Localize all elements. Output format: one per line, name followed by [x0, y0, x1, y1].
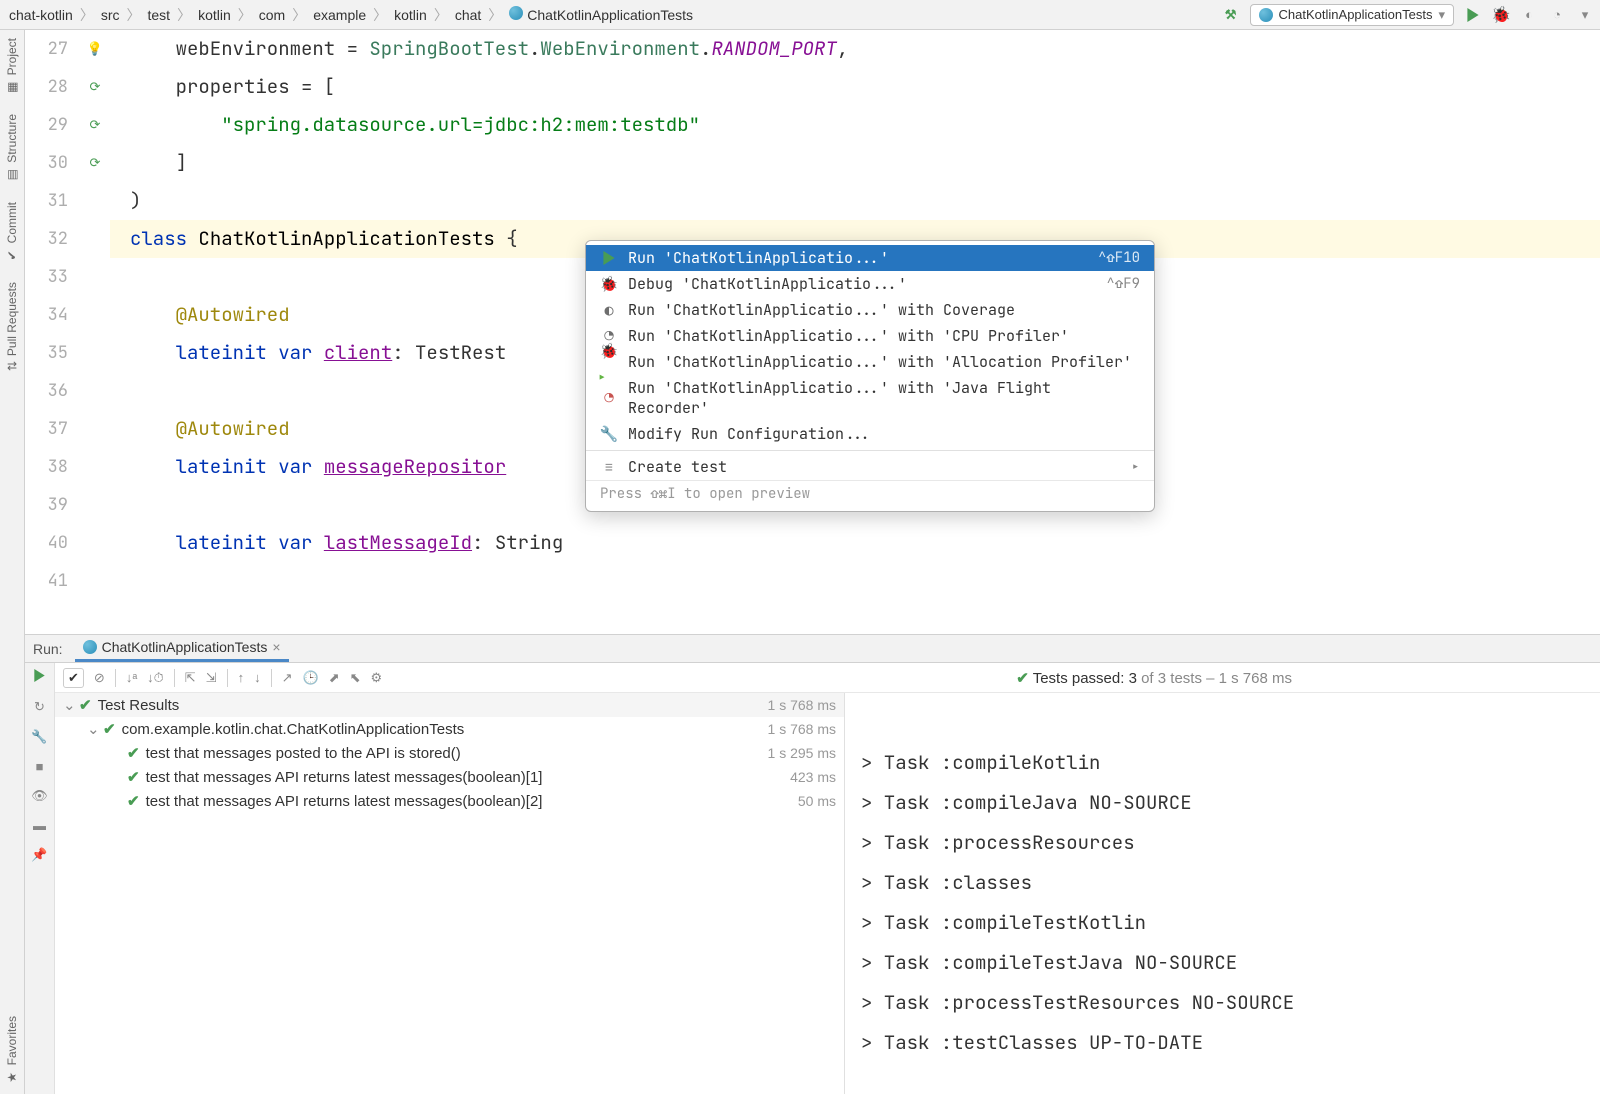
- prev-icon[interactable]: ↑: [238, 670, 245, 685]
- chevron-down-icon: ▾: [1438, 7, 1445, 23]
- settings-icon[interactable]: ⚙: [371, 670, 383, 686]
- breadcrumb: chat-kotlin〉src〉test〉kotlin〉com〉example〉…: [6, 4, 696, 25]
- test-tree-node[interactable]: ✔test that messages API returns latest m…: [55, 765, 844, 789]
- test-tree-node[interactable]: ⌄✔com.example.kotlin.chat.ChatKotlinAppl…: [55, 717, 844, 741]
- line-number-gutter: 272829303132333435363738394041: [25, 30, 80, 634]
- show-passed-icon[interactable]: ✔: [63, 668, 84, 688]
- test-tree[interactable]: ⌄✔Test Results1 s 768 ms⌄✔com.example.ko…: [55, 693, 845, 1094]
- test-toolbar: ✔ ⊘ ↓ᵃ ↓⏱ ⇱ ⇲ ↑ ↓ ↗ 🕒 ⬈ ⬉ ⚙: [55, 663, 1600, 693]
- jfr-icon: ◔: [600, 389, 618, 407]
- favorites-toolwindow-button[interactable]: ★Favorites: [5, 1016, 19, 1084]
- run-context-menu[interactable]: Run 'ChatKotlinApplicatio...'^⇧F10🐞Debug…: [585, 240, 1155, 512]
- wrench-icon: 🔧: [600, 425, 618, 443]
- expand-all-icon[interactable]: ⇱: [185, 670, 196, 686]
- breadcrumb-segment[interactable]: test: [144, 5, 173, 25]
- test-tree-node[interactable]: ⌄✔Test Results1 s 768 ms: [55, 693, 844, 717]
- history-icon[interactable]: 🕒: [303, 670, 319, 686]
- breadcrumb-segment[interactable]: kotlin: [195, 5, 234, 25]
- run-icon[interactable]: [1464, 6, 1482, 24]
- run-tool-window: Run: ChatKotlinApplicationTests × ↻ 🔧 ■ …: [25, 634, 1600, 1094]
- context-menu-item[interactable]: ◔Run 'ChatKotlinApplicatio...' with 'Jav…: [586, 375, 1154, 421]
- export-icon[interactable]: ↗: [282, 670, 293, 686]
- test-config-icon: [1259, 8, 1273, 22]
- profile-icon[interactable]: ◔: [1548, 6, 1566, 24]
- show-ignored-icon[interactable]: ⊘: [94, 670, 105, 686]
- close-tab-icon[interactable]: ×: [272, 639, 280, 655]
- test-tree-node[interactable]: ✔test that messages posted to the API is…: [55, 741, 844, 765]
- breadcrumb-segment[interactable]: ChatKotlinApplicationTests: [506, 4, 696, 25]
- context-menu-item[interactable]: ◐Run 'ChatKotlinApplicatio...' with Cove…: [586, 297, 1154, 323]
- collapse-all-icon[interactable]: ⇲: [206, 670, 217, 686]
- run-label: Run:: [33, 641, 63, 657]
- toggle-auto-test-icon[interactable]: 🔧: [31, 729, 47, 745]
- intention-bulb-icon[interactable]: 💡: [87, 40, 103, 57]
- sort-duration-icon[interactable]: ↓⏱: [147, 670, 164, 686]
- top-toolbar: chat-kotlin〉src〉test〉kotlin〉com〉example〉…: [0, 0, 1600, 30]
- pull-requests-toolwindow-button[interactable]: ⇄Pull Requests: [5, 282, 19, 371]
- sort-alpha-icon[interactable]: ↓ᵃ: [126, 670, 137, 685]
- context-menu-hint: Press ⇧⌘I to open preview: [586, 480, 1154, 507]
- console-output[interactable]: > Task :compileKotlin > Task :compileJav…: [845, 693, 1600, 1094]
- test-config-icon: [83, 640, 97, 654]
- play-icon: [600, 249, 618, 267]
- structure-toolwindow-button[interactable]: ▤Structure: [5, 114, 19, 182]
- test-passed-icon: ✔: [127, 768, 140, 786]
- breadcrumb-segment[interactable]: com: [256, 5, 288, 25]
- context-menu-create-test[interactable]: ≡Create test▸: [586, 454, 1154, 480]
- alloc-icon: 🐞▶: [600, 353, 618, 371]
- test-passed-icon: ✔: [79, 696, 92, 714]
- commit-toolwindow-button[interactable]: ✔Commit: [5, 202, 19, 262]
- run-gutter-icon[interactable]: ⟳: [90, 154, 101, 171]
- run-gutter-icon[interactable]: ⟳: [90, 78, 101, 95]
- import-icon[interactable]: ⬈: [329, 670, 340, 686]
- kotlin-file-icon: [509, 6, 523, 20]
- test-status: ✔ Tests passed: 3 of 3 tests – 1 s 768 m…: [1016, 669, 1292, 687]
- breadcrumb-segment[interactable]: chat-kotlin: [6, 5, 76, 25]
- gutter-icons[interactable]: 💡 ⟳ ⟳ ⟳: [80, 30, 110, 634]
- context-menu-item[interactable]: 🐞▶Run 'ChatKotlinApplicatio...' with 'Al…: [586, 349, 1154, 375]
- pin-icon[interactable]: 📌: [31, 847, 47, 863]
- rerun-failed-icon[interactable]: ↻: [34, 699, 45, 715]
- test-passed-icon: ✔: [103, 720, 116, 738]
- build-icon[interactable]: ⚒: [1222, 6, 1240, 24]
- run-gutter-icon[interactable]: ⟳: [90, 116, 101, 133]
- more-icon[interactable]: ▾: [1576, 6, 1594, 24]
- run-config-name: ChatKotlinApplicationTests: [1279, 7, 1433, 22]
- context-menu-item[interactable]: ◔Run 'ChatKotlinApplicatio...' with 'CPU…: [586, 323, 1154, 349]
- run-tab[interactable]: ChatKotlinApplicationTests ×: [75, 635, 289, 662]
- next-icon[interactable]: ↓: [254, 670, 261, 685]
- debug-icon[interactable]: 🐞: [1492, 6, 1510, 24]
- stop-icon[interactable]: ■: [36, 759, 44, 774]
- test-tree-node[interactable]: ✔test that messages API returns latest m…: [55, 789, 844, 813]
- breadcrumb-segment[interactable]: example: [310, 5, 369, 25]
- breadcrumb-segment[interactable]: chat: [452, 5, 484, 25]
- create-test-icon: ≡: [600, 458, 618, 476]
- show-icon[interactable]: 👁: [31, 788, 48, 804]
- test-passed-icon: ✔: [127, 744, 140, 762]
- bug-icon: 🐞: [600, 275, 618, 293]
- coverage-icon[interactable]: ◐: [1520, 6, 1538, 24]
- context-menu-item[interactable]: 🔧Modify Run Configuration...: [586, 421, 1154, 447]
- context-menu-item[interactable]: 🐞Debug 'ChatKotlinApplicatio...'^⇧F9: [586, 271, 1154, 297]
- submenu-arrow-icon: ▸: [1131, 457, 1140, 477]
- cov-icon: ◐: [600, 301, 618, 319]
- left-tool-strip: ▦Project ▤Structure ✔Commit ⇄Pull Reques…: [0, 30, 25, 1094]
- run-configuration-selector[interactable]: ChatKotlinApplicationTests ▾: [1250, 4, 1454, 26]
- layout-icon[interactable]: ▬: [33, 818, 46, 833]
- project-toolwindow-button[interactable]: ▦Project: [5, 38, 19, 94]
- breadcrumb-segment[interactable]: src: [98, 5, 123, 25]
- code-editor[interactable]: 272829303132333435363738394041 💡⟳⟳⟳ webE…: [25, 30, 1600, 634]
- breadcrumb-segment[interactable]: kotlin: [391, 5, 430, 25]
- run-side-toolbar: ↻ 🔧 ■ 👁 ▬ 📌: [25, 663, 55, 1094]
- open-icon[interactable]: ⬉: [350, 670, 361, 686]
- test-passed-icon: ✔: [127, 792, 140, 810]
- rerun-icon[interactable]: [33, 669, 46, 685]
- context-menu-item[interactable]: Run 'ChatKotlinApplicatio...'^⇧F10: [586, 245, 1154, 271]
- run-tabs: Run: ChatKotlinApplicationTests ×: [25, 635, 1600, 663]
